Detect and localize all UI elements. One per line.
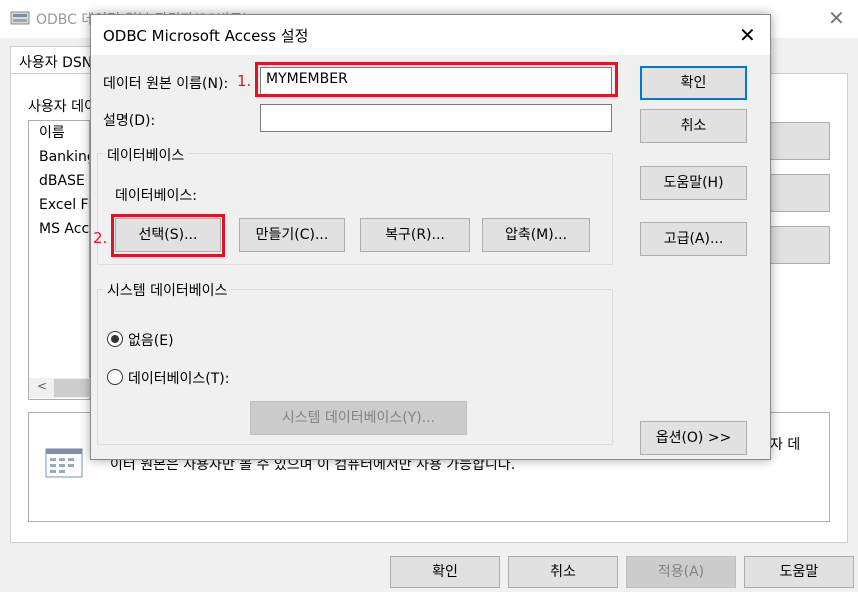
options-button[interactable]: 옵션(O) >> — [640, 421, 747, 455]
background-close-icon[interactable]: ✕ — [828, 6, 845, 30]
compact-database-button[interactable]: 압축(M)... — [482, 218, 590, 252]
scroll-left-icon[interactable]: < — [37, 379, 47, 393]
radio-none-label: 없음(E) — [128, 333, 174, 349]
background-remove-button[interactable] — [770, 174, 830, 212]
repair-database-button[interactable]: 복구(R)... — [360, 218, 470, 252]
background-configure-button[interactable] — [770, 226, 830, 264]
system-database-group-label: 시스템 데이터베이스 — [103, 280, 232, 300]
dsn-info-icon — [44, 446, 84, 478]
cancel-button[interactable]: 취소 — [508, 556, 618, 588]
description-input[interactable] — [260, 104, 612, 132]
advanced-button[interactable]: 고급(A)... — [640, 222, 747, 256]
database-group-label: 데이터베이스 — [103, 145, 189, 165]
apply-button: 적용(A) — [626, 556, 736, 588]
radio-none[interactable] — [107, 331, 123, 347]
step2-highlight — [111, 214, 225, 257]
dialog-cancel-button[interactable]: 취소 — [640, 109, 747, 143]
help-button[interactable]: 도움말 — [744, 556, 854, 588]
access-setup-dialog: ODBC Microsoft Access 설정 ✕ 데이터 원본 이름(N):… — [90, 14, 771, 460]
create-database-button[interactable]: 만들기(C)... — [239, 218, 345, 252]
description-label: 설명(D): — [103, 113, 156, 129]
list-item[interactable]: Banking — [29, 145, 89, 169]
database-label: 데이터베이스: — [115, 188, 197, 204]
ok-button[interactable]: 확인 — [390, 556, 500, 588]
step1-highlight — [255, 62, 618, 97]
scrollbar-thumb[interactable] — [54, 379, 90, 397]
list-header: 이름 — [39, 125, 65, 141]
step2-annotation: 2. — [93, 229, 108, 247]
dialog-help-button[interactable]: 도움말(H) — [640, 166, 747, 200]
close-icon[interactable]: ✕ — [739, 23, 756, 47]
odbc-app-icon — [10, 10, 30, 26]
system-database-button: 시스템 데이터베이스(Y)... — [250, 401, 467, 435]
description-text-part1: 자 데 — [770, 437, 801, 453]
dialog-title: ODBC Microsoft Access 설정 — [103, 27, 309, 45]
step1-annotation: 1. — [237, 72, 252, 90]
list-item[interactable]: Excel Files — [29, 193, 89, 217]
dialog-ok-button[interactable]: 확인 — [640, 66, 747, 100]
list-item[interactable]: dBASE Files — [29, 169, 89, 193]
radio-database-label: 데이터베이스(T): — [128, 371, 230, 387]
tab-user-dsn[interactable]: 사용자 DSN — [10, 46, 94, 74]
dsn-label: 데이터 원본 이름(N): — [103, 76, 229, 92]
list-item[interactable]: MS Access — [29, 217, 89, 241]
data-source-list[interactable]: 이름 Banking dBASE Files Excel Files MS Ac… — [28, 120, 90, 400]
background-add-button[interactable] — [770, 122, 830, 160]
radio-database[interactable] — [107, 369, 123, 385]
